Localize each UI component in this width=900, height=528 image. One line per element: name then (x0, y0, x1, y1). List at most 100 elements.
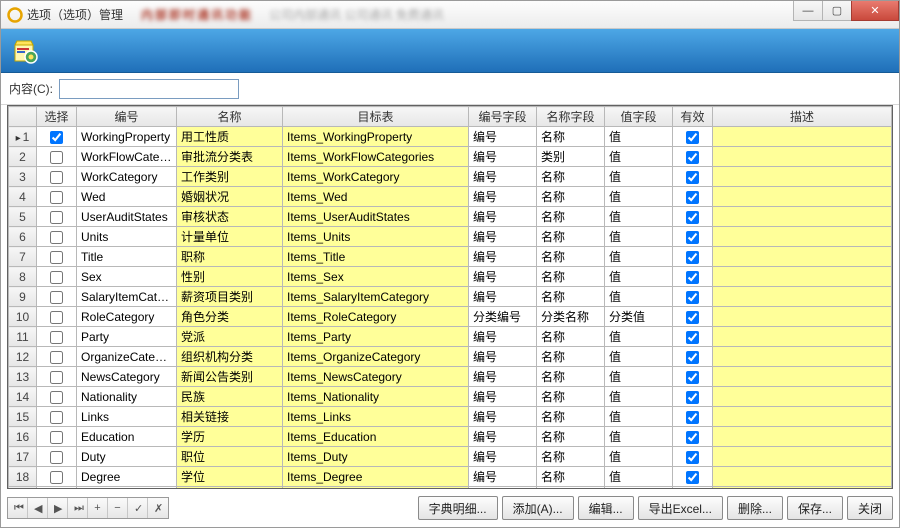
name-field-cell[interactable]: 名称 (537, 287, 605, 307)
nav-add[interactable]: + (88, 498, 108, 518)
table-row[interactable]: 6Units计量单位Items_Units编号名称值 (9, 227, 892, 247)
row-header[interactable]: 13 (9, 367, 37, 387)
row-header[interactable]: 19 (9, 487, 37, 489)
code-cell[interactable]: OrganizeCategory (77, 347, 177, 367)
value-field-cell[interactable]: 值 (605, 187, 673, 207)
row-header[interactable]: 5 (9, 207, 37, 227)
table-row[interactable]: 1WorkingProperty用工性质Items_WorkingPropert… (9, 127, 892, 147)
value-field-cell[interactable]: 值 (605, 467, 673, 487)
code-field-cell[interactable]: 分类编号 (469, 307, 537, 327)
select-checkbox[interactable] (50, 351, 63, 364)
name-field-cell[interactable]: 类别 (537, 147, 605, 167)
target-cell[interactable]: Items_Units (283, 227, 469, 247)
target-cell[interactable]: Items_WorkFlowCategories (283, 147, 469, 167)
name-cell[interactable]: 新闻公告类别 (177, 367, 283, 387)
name-cell[interactable]: 职位 (177, 447, 283, 467)
target-cell[interactable]: Items_UserAuditStates (283, 207, 469, 227)
select-cell[interactable] (37, 207, 77, 227)
select-cell[interactable] (37, 327, 77, 347)
valid-checkbox[interactable] (686, 331, 699, 344)
code-field-cell[interactable]: 编号 (469, 347, 537, 367)
col-code-field[interactable]: 编号字段 (469, 107, 537, 127)
name-cell[interactable]: 角色分类 (177, 307, 283, 327)
code-cell[interactable]: WorkCategory (77, 167, 177, 187)
description-cell[interactable] (713, 127, 892, 147)
close-button-footer[interactable]: 关闭 (847, 496, 893, 520)
code-field-cell[interactable]: 编号 (469, 247, 537, 267)
minimize-button[interactable]: — (793, 1, 823, 21)
titlebar[interactable]: 选项（选项）管理 内部即时通讯功能 公司内部通讯 公司通讯 免费通讯 — ▢ ✕ (1, 1, 899, 29)
code-cell[interactable]: UserAuditStates (77, 207, 177, 227)
row-header[interactable]: 1 (9, 127, 37, 147)
select-checkbox[interactable] (50, 191, 63, 204)
name-cell[interactable]: 审批流分类表 (177, 147, 283, 167)
name-field-cell[interactable]: 名称 (537, 167, 605, 187)
name-cell[interactable]: 用工性质 (177, 127, 283, 147)
nav-next[interactable]: ▶ (48, 498, 68, 518)
value-field-cell[interactable]: 值 (605, 347, 673, 367)
valid-cell[interactable] (673, 447, 713, 467)
grid-scroll[interactable]: 选择 编号 名称 目标表 编号字段 名称字段 值字段 有效 描述 1Workin… (8, 106, 892, 488)
table-row[interactable]: 12OrganizeCategory组织机构分类Items_OrganizeCa… (9, 347, 892, 367)
table-row[interactable]: 16Education学历Items_Education编号名称值 (9, 427, 892, 447)
dict-detail-button[interactable]: 字典明细... (418, 496, 498, 520)
name-cell[interactable]: 组织机构分类 (177, 347, 283, 367)
value-field-cell[interactable]: 分类值 (605, 307, 673, 327)
code-cell[interactable]: Nationality (77, 387, 177, 407)
description-cell[interactable] (713, 307, 892, 327)
code-cell[interactable]: Wed (77, 187, 177, 207)
valid-checkbox[interactable] (686, 311, 699, 324)
valid-cell[interactable] (673, 127, 713, 147)
valid-checkbox[interactable] (686, 411, 699, 424)
description-cell[interactable] (713, 447, 892, 467)
row-header[interactable]: 12 (9, 347, 37, 367)
table-row[interactable]: 4Wed婚姻状况Items_Wed编号名称值 (9, 187, 892, 207)
target-cell[interactable]: Items_Links (283, 407, 469, 427)
valid-cell[interactable] (673, 187, 713, 207)
valid-checkbox[interactable] (686, 451, 699, 464)
table-row[interactable]: 11Party党派Items_Party编号名称值 (9, 327, 892, 347)
select-checkbox[interactable] (50, 131, 63, 144)
select-cell[interactable] (37, 127, 77, 147)
row-header[interactable]: 7 (9, 247, 37, 267)
row-header[interactable]: 15 (9, 407, 37, 427)
select-cell[interactable] (37, 147, 77, 167)
col-select[interactable]: 选择 (37, 107, 77, 127)
select-checkbox[interactable] (50, 171, 63, 184)
description-cell[interactable] (713, 247, 892, 267)
valid-checkbox[interactable] (686, 471, 699, 484)
valid-checkbox[interactable] (686, 351, 699, 364)
code-cell[interactable]: Education (77, 427, 177, 447)
select-checkbox[interactable] (50, 371, 63, 384)
table-row[interactable]: 2WorkFlowCategories审批流分类表Items_WorkFlowC… (9, 147, 892, 167)
name-field-cell[interactable]: 名称 (537, 127, 605, 147)
table-row[interactable]: 17Duty职位Items_Duty编号名称值 (9, 447, 892, 467)
name-cell[interactable]: 审核状态 (177, 207, 283, 227)
col-valid[interactable]: 有效 (673, 107, 713, 127)
name-cell[interactable]: 相关链接 (177, 407, 283, 427)
row-header[interactable]: 4 (9, 187, 37, 207)
valid-cell[interactable] (673, 467, 713, 487)
valid-cell[interactable] (673, 407, 713, 427)
target-cell[interactable]: Items_SalaryItemCategory (283, 287, 469, 307)
nav-commit[interactable]: ✓ (128, 498, 148, 518)
target-cell[interactable]: Items_WorkingProperty (283, 127, 469, 147)
code-field-cell[interactable]: 编号 (469, 387, 537, 407)
code-cell[interactable]: SalaryItemCategory (77, 287, 177, 307)
code-field-cell[interactable]: 编号 (469, 127, 537, 147)
value-field-cell[interactable]: 值 (605, 167, 673, 187)
code-field-cell[interactable]: 编号 (469, 367, 537, 387)
row-header[interactable]: 6 (9, 227, 37, 247)
nav-cancel[interactable]: ✗ (148, 498, 168, 518)
valid-cell[interactable] (673, 247, 713, 267)
target-cell[interactable]: Items_Party (283, 327, 469, 347)
row-header[interactable]: 18 (9, 467, 37, 487)
code-cell[interactable]: Duty (77, 447, 177, 467)
description-cell[interactable] (713, 287, 892, 307)
row-header[interactable]: 14 (9, 387, 37, 407)
select-cell[interactable] (37, 407, 77, 427)
name-field-cell[interactable]: 名称 (537, 267, 605, 287)
description-cell[interactable] (713, 327, 892, 347)
value-field-cell[interactable]: 值 (605, 207, 673, 227)
name-field-cell[interactable]: 名称 (537, 367, 605, 387)
